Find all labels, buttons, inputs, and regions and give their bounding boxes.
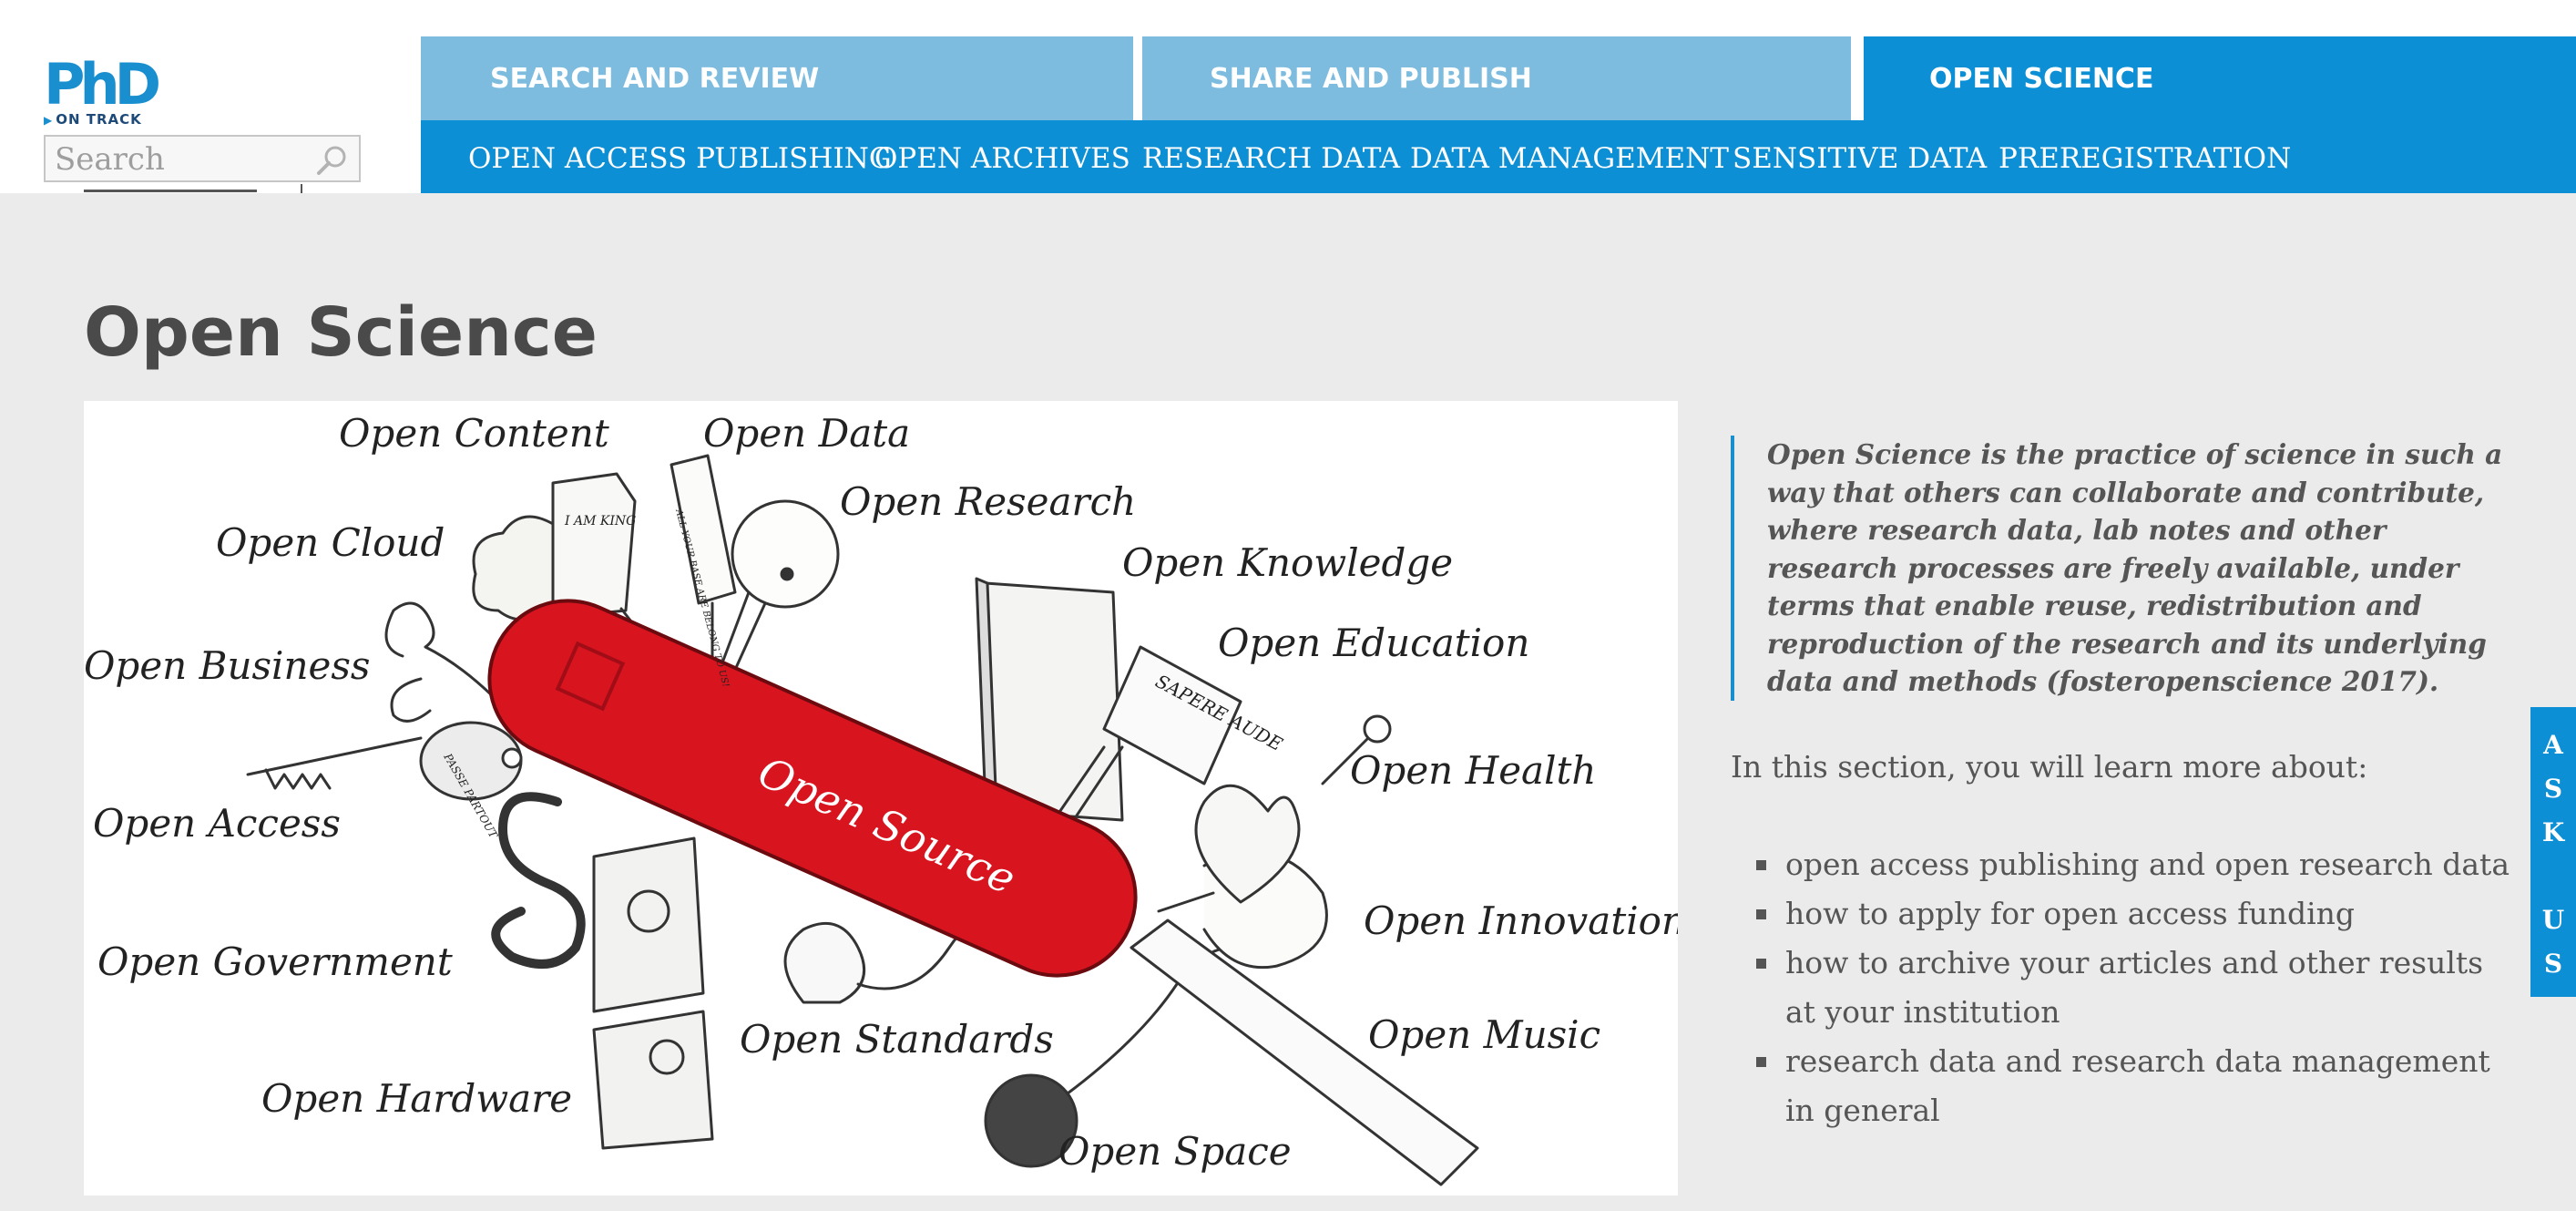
label-open-access: Open Access [93,801,341,846]
list-item-text: open access publishing and open research… [1785,847,2510,882]
list-item: open access publishing and open research… [1756,840,2521,889]
subnav-research-data[interactable]: RESEARCH DATA [1142,142,1400,175]
label-open-content: Open Content [339,411,609,456]
label-open-hardware: Open Hardware [261,1076,572,1121]
open-science-illustration: Open Source I AM KING ALL YOUR BASE ARE … [84,401,1678,1196]
top-strip [0,0,2576,36]
tab-open-science[interactable]: OPEN SCIENCE [1864,36,2576,120]
label-open-business: Open Business [84,643,371,688]
logo-main-text: PhD [44,51,161,118]
search-underline [84,190,257,192]
search-box [44,135,361,182]
ask-us-letter: S [2543,949,2563,979]
subnav-open-access-publishing[interactable]: OPEN ACCESS PUBLISHING [468,142,892,175]
bullet-icon [1756,1057,1766,1067]
sub-navigation: OPEN ACCESS PUBLISHING OPEN ARCHIVES RES… [421,120,2576,193]
logo-sub-text: ON TRACK [56,111,142,128]
tab-label: OPEN SCIENCE [1929,62,2154,95]
play-triangle-icon: ▶ [44,114,54,127]
swiss-army-knife-drawing: Open Source I AM KING ALL YOUR BASE ARE … [84,411,1678,1186]
label-open-education: Open Education [1218,621,1529,665]
label-open-innovation: Open Innovation [1364,898,1678,943]
tab-share-and-publish[interactable]: SHARE AND PUBLISH [1142,36,1851,120]
list-item-text: how to apply for open access funding [1785,896,2356,931]
list-item-text: how to archive your articles and other r… [1785,945,2484,1030]
label-open-space: Open Space [1058,1129,1292,1174]
tab-divider [1133,36,1142,120]
bullet-icon [1756,909,1766,919]
tab-search-and-review[interactable]: SEARCH AND REVIEW [421,36,1133,120]
search-icon[interactable] [313,144,350,177]
label-open-research: Open Research [840,479,1136,524]
ask-us-button[interactable]: A S K U S [2530,707,2576,997]
subnav-data-management[interactable]: DATA MANAGEMENT [1410,142,1729,175]
page-title: Open Science [84,293,598,372]
logo-sub: ▶ ON TRACK [44,111,180,128]
label-open-cloud: Open Cloud [216,520,445,565]
list-item: how to apply for open access funding [1756,889,2521,939]
subnav-sensitive-data[interactable]: SENSITIVE DATA [1733,142,1987,175]
bullet-icon [1756,959,1766,969]
tab-label: SHARE AND PUBLISH [1210,62,1532,95]
section-intro: In this section, you will learn more abo… [1731,749,2368,785]
tool-small-text: I AM KING [564,514,636,529]
ask-us-letter: U [2541,905,2565,935]
tab-divider [1851,36,1864,120]
ask-us-letter: K [2541,817,2565,847]
list-item: how to archive your articles and other r… [1756,939,2521,1037]
label-open-government: Open Government [97,939,453,984]
search-tick [301,184,302,193]
ask-us-letter: A [2543,730,2563,760]
label-open-knowledge: Open Knowledge [1122,540,1453,585]
tab-label: SEARCH AND REVIEW [490,62,820,95]
open-science-definition-quote: Open Science is the practice of science … [1731,436,2514,701]
label-open-data: Open Data [703,411,910,456]
label-open-standards: Open Standards [740,1017,1054,1062]
ask-us-letter: S [2543,774,2563,804]
subnav-open-archives[interactable]: OPEN ARCHIVES [874,142,1130,175]
subnav-preregistration[interactable]: PREREGISTRATION [1998,142,2291,175]
phd-on-track-logo[interactable]: PhD ▶ ON TRACK [44,56,180,129]
label-open-health: Open Health [1350,748,1596,793]
label-open-music: Open Music [1368,1012,1600,1057]
topics-list: open access publishing and open research… [1756,840,2521,1135]
search-input[interactable] [53,142,312,177]
bullet-icon [1756,860,1766,870]
list-item: research data and research data manageme… [1756,1037,2521,1135]
list-item-text: research data and research data manageme… [1785,1043,2490,1128]
